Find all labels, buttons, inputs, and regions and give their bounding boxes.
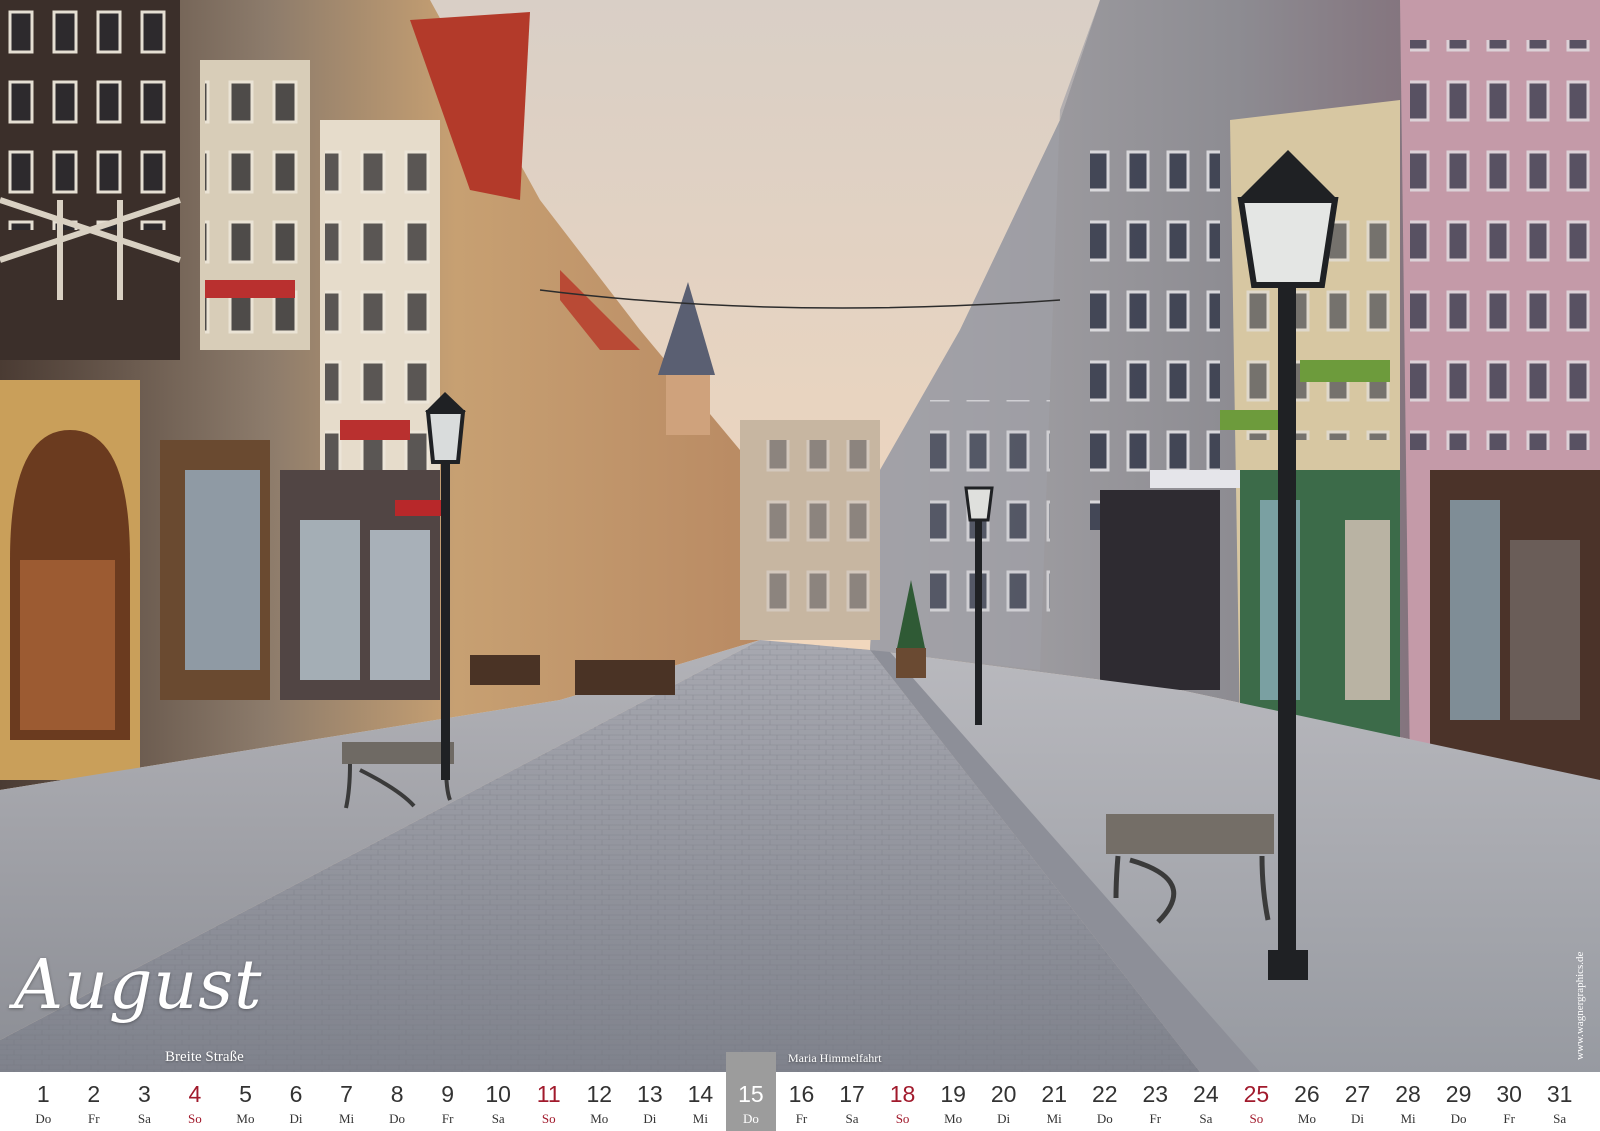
day-cell: 15 Do [725,1052,777,1131]
day-number: 30 [1496,1081,1522,1107]
day-number: 24 [1193,1081,1219,1107]
day-number: 29 [1445,1081,1472,1107]
day-cell: 25 So [1231,1072,1282,1131]
day-cell: 28 Mi [1383,1072,1434,1131]
day-number: 20 [990,1081,1017,1107]
day-number: 16 [788,1081,815,1107]
day-cell: 22 Do [1079,1072,1130,1131]
weekday-label: Mi [692,1111,708,1126]
day-number: 8 [390,1081,404,1107]
weekday-label: Mo [590,1111,609,1126]
street-photo [0,0,1600,1072]
weekday-label: Sa [1553,1111,1567,1126]
weekday-label: Sa [137,1111,151,1126]
day-cell: 16 Fr [776,1072,827,1131]
weekday-label: Do [1096,1111,1113,1126]
day-number: 19 [940,1081,966,1107]
weekday-label: So [1249,1111,1264,1126]
weekday-label: Mi [338,1111,355,1126]
weekday-label: Mo [944,1111,963,1126]
day-cell: 27 Di [1332,1072,1383,1131]
day-number: 17 [839,1081,865,1107]
weekday-label: Do [1450,1111,1467,1126]
day-cell: 7 Mi [321,1072,372,1131]
weekday-label: Fr [88,1111,100,1126]
day-cell: 4 So [170,1072,221,1131]
day-cell: 2 Fr [69,1072,120,1131]
weekday-label: So [895,1111,910,1126]
day-number: 1 [36,1081,50,1107]
day-cell: 19 Mo [928,1072,979,1131]
weekday-label: Fr [441,1111,454,1126]
holiday-label: Maria Himmelfahrt [788,1051,882,1065]
day-cell: 8 Do [372,1072,423,1131]
day-number: 31 [1546,1081,1573,1107]
day-number: 28 [1395,1081,1421,1107]
weekday-label: Sa [1199,1111,1213,1126]
weekday-label: Fr [1503,1111,1515,1126]
day-number: 22 [1091,1081,1118,1107]
weekday-label: Di [997,1111,1011,1126]
day-number: 6 [289,1081,303,1107]
day-cell: 23 Fr [1130,1072,1181,1131]
weekday-label: Mo [1297,1111,1316,1126]
day-number: 27 [1344,1081,1371,1107]
day-cell: 21 Mi [1029,1072,1080,1131]
weekday-label: Fr [795,1111,808,1126]
day-number: 4 [188,1081,202,1107]
day-cell: 17 Sa [827,1072,878,1131]
day-number: 21 [1041,1081,1067,1107]
day-number: 3 [137,1081,151,1107]
weekday-label: So [188,1111,202,1126]
day-number: 23 [1142,1081,1169,1107]
day-number: 15 [738,1081,764,1107]
day-cell: 13 Di [625,1072,676,1131]
day-cell: 12 Mo [574,1072,625,1131]
weekday-label: Di [289,1111,303,1126]
day-number: 2 [87,1081,101,1107]
day-cell: 20 Di [978,1072,1029,1131]
day-cell: 24 Sa [1181,1072,1232,1131]
day-number: 9 [441,1081,455,1107]
weekday-label: Mi [1400,1111,1416,1126]
day-cell: 3 Sa [119,1072,170,1131]
weekday-label: Do [35,1111,52,1126]
weekday-label: Sa [845,1111,859,1126]
day-cell: 9 Fr [422,1072,473,1131]
day-cell: 31 Sa [1534,1072,1585,1131]
day-number: 10 [485,1081,511,1107]
day-number: 11 [536,1081,561,1107]
day-cell: 11 So [523,1072,574,1131]
day-number: 18 [889,1081,916,1107]
day-number: 5 [239,1081,252,1107]
day-cell: 10 Sa [473,1072,524,1131]
day-number: 25 [1243,1081,1270,1107]
weekday-label: Sa [491,1111,505,1126]
day-number: 26 [1294,1081,1320,1107]
weekday-label: Mi [1046,1111,1062,1126]
weekday-label: Fr [1149,1111,1162,1126]
day-number: 14 [687,1081,714,1107]
weekday-label: Do [389,1111,406,1126]
day-cell: 1 Do [18,1072,69,1131]
day-cell: 5 Mo [220,1072,271,1131]
place-caption: Breite Straße [165,1049,244,1065]
day-strip: 1 Do 2 Fr 3 Sa 4 So 5 Mo 6 Di 7 Mi 8 Do 9 Fr 10 Sa 11 So 12 Mo 1… [18,1052,1585,1131]
weekday-label: Do [742,1111,759,1126]
day-cell: 30 Fr [1484,1072,1535,1131]
day-cell: 29 Do [1433,1072,1484,1131]
day-cell: 26 Mo [1282,1072,1333,1131]
day-number: 7 [340,1081,353,1107]
day-number: 12 [586,1081,613,1107]
month-title: August [14,946,263,1025]
weekday-label: Mo [236,1111,255,1126]
day-cell: 14 Mi [675,1072,726,1131]
day-cell: 6 Di [271,1072,322,1131]
weekday-label: So [541,1111,556,1126]
day-number: 13 [637,1081,663,1107]
weekday-label: Di [643,1111,657,1126]
weekday-label: Di [1350,1111,1364,1126]
website-credit: www.wagnergraphics.de [1574,951,1586,1060]
day-cell: 18 So [877,1072,928,1131]
